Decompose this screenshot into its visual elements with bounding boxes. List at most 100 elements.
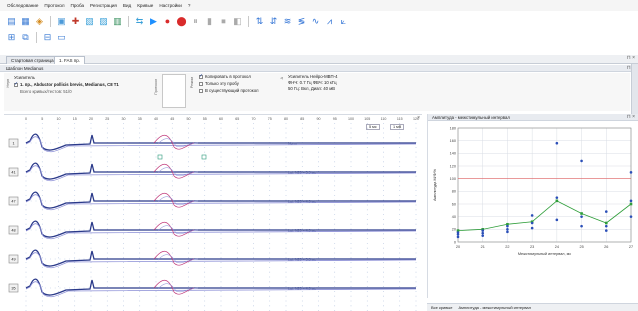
latency-icon[interactable]: ≶	[296, 16, 307, 27]
pane-close-icon[interactable]: ⊓ ×	[627, 55, 635, 61]
latency-label: Lat: N20 = 3.9 мс	[288, 170, 316, 174]
menu-item-protocol[interactable]: Протокол	[44, 3, 64, 8]
compare-icon[interactable]: ⩘	[324, 16, 335, 27]
x-tick-label: 20	[456, 245, 460, 249]
right-dock-strip[interactable]	[631, 64, 638, 114]
export-icon[interactable]: ◈	[34, 16, 45, 27]
scatter-point	[530, 214, 534, 217]
ruler-tick-label: 120	[413, 117, 419, 121]
ruler-tick-label: 90	[317, 117, 321, 121]
y-tick-label: 0	[454, 240, 456, 244]
series-line-point	[629, 202, 633, 206]
only-this-probe-checkbox[interactable]	[199, 81, 203, 86]
x-tick-label: 26	[604, 245, 608, 249]
patient-icon[interactable]: ✚	[70, 16, 81, 27]
amplitude-interval-panel: Амплитуда - межстимульный интервал ⊓ × 0…	[427, 114, 638, 298]
template-preview-box	[162, 74, 186, 108]
amplitude-icon[interactable]: ∿	[310, 16, 321, 27]
channel-label: 41	[11, 170, 15, 174]
wave-icon[interactable]: ⇵	[268, 16, 279, 27]
scatter-point	[555, 141, 559, 145]
marker-icon[interactable]: ◧	[232, 16, 243, 27]
y-axis-label: Амплитуда M/Ф/%	[433, 168, 437, 201]
stimulus-icon[interactable]: ⏹	[218, 16, 229, 27]
x-axis-label: Межстимульный интервал, мс	[518, 252, 571, 256]
protocol-side-label: Протокол	[154, 79, 158, 95]
view-icon[interactable]: ▭	[56, 32, 67, 43]
pause-icon[interactable]: ⬤	[176, 16, 187, 27]
chart-pane-close-icon[interactable]: ⊓ ×	[627, 114, 635, 121]
tab-amplitude-interval[interactable]: Амплитуда - межстимульный интервал	[458, 304, 531, 311]
scatter-point	[481, 231, 485, 235]
chart-panel-title: Амплитуда - межстимульный интервал	[432, 115, 510, 120]
menu-item-help[interactable]: ?	[188, 3, 191, 8]
muscle-row[interactable]: 1. пр., Abductor pollicis brevis, Median…	[14, 81, 119, 87]
menu-item-probe[interactable]: Проба	[71, 3, 85, 8]
existing-protocol-checkbox[interactable]	[199, 88, 203, 93]
monitor-icon[interactable]: ▮	[204, 16, 215, 27]
copy-to-protocol-row[interactable]: Копировать в протокол	[199, 73, 251, 79]
ruler-tick-label: 75	[268, 117, 272, 121]
y-tick-label: 140	[450, 152, 456, 156]
latency-label: Norm	[288, 141, 297, 145]
channel-label: 1	[12, 141, 14, 145]
scatter-point	[604, 224, 608, 228]
tab-all-curves[interactable]: Все кривые	[431, 304, 452, 311]
tab-fas-probe[interactable]: 1. FAS пр.	[54, 56, 85, 64]
play-icon[interactable]: ⇆	[134, 16, 145, 27]
menu-item-curves[interactable]: Кривые	[137, 3, 153, 8]
ruler-tick-label: 105	[364, 117, 370, 121]
y-tick-label: 160	[450, 139, 456, 143]
stop-icon[interactable]: ▶	[148, 16, 159, 27]
ruler-tick-label: 115	[397, 117, 403, 121]
scatter-point	[580, 159, 583, 163]
marker-flag[interactable]	[157, 154, 163, 160]
save-icon[interactable]: ▦	[20, 16, 31, 27]
x-tick-label: 23	[530, 245, 534, 249]
scatter-point	[629, 171, 633, 174]
mode-side-label: Режим	[190, 77, 194, 89]
ruler-tick-label: 5	[41, 117, 43, 121]
amplifier-title: Усилитель Нейро-МВП-4	[288, 74, 338, 79]
record-icon[interactable]: ●	[162, 16, 173, 27]
tab-start-page[interactable]: Стартовая страница	[6, 56, 59, 64]
muscle-checkbox[interactable]	[14, 81, 18, 87]
total-curves: Всего кривых/тестов: 51/0	[20, 89, 72, 94]
marker-flag[interactable]	[201, 154, 207, 160]
latency-label: Lat: N20 = 3.8 мс	[288, 257, 316, 261]
y-tick-label: 180	[450, 126, 456, 130]
ruler-tick-label: 95	[333, 117, 337, 121]
tool-icon[interactable]: ⟀	[338, 16, 349, 27]
menu-item-registration[interactable]: Регистрация	[90, 3, 117, 8]
channel-label: 47	[11, 199, 15, 203]
traces-canvas[interactable]: 0 5 10 15 20 25 30 35 40 45 50 55 60 65 70 75 80 85 90 95 10…	[4, 115, 422, 311]
amplifier-range: 50 Гц: Вкл, Диап: 40 мВ	[288, 86, 336, 91]
copy-to-protocol-checkbox[interactable]	[199, 73, 203, 79]
settings-icon[interactable]: ▧	[84, 16, 95, 27]
only-this-probe-row[interactable]: Только эту пробу	[199, 81, 239, 86]
channels-icon[interactable]: ⊟	[42, 32, 53, 43]
step-icon[interactable]: ⏸	[190, 16, 201, 27]
copy-icon[interactable]: ⧉	[20, 32, 31, 43]
scatter-point	[629, 199, 633, 203]
ruler-tick-label: 50	[187, 117, 191, 121]
scatter-point	[481, 234, 485, 237]
averaging-icon[interactable]: ≋	[282, 16, 293, 27]
existing-protocol-row[interactable]: В существующий протокол	[199, 88, 259, 93]
open-file-icon[interactable]: ▤	[6, 16, 17, 27]
chart-panel-header: Амплитуда - межстимульный интервал ⊓ ×	[428, 114, 638, 121]
secondary-toolbar: ⊞ ⧉ ⊟ ▭	[6, 30, 67, 44]
layout-icon[interactable]: ⊞	[6, 32, 17, 43]
measure-icon[interactable]: ⇅	[254, 16, 265, 27]
menu-item-settings[interactable]: Настройки	[159, 3, 182, 8]
traces-panel[interactable]: × 5 мс 1 мВ 0 5 10 15 20 25 30 35 40 45 50 55 60 65 70…	[4, 114, 422, 311]
latency-label: Lat: N20 = 4.0 мс	[288, 199, 316, 203]
filter-icon[interactable]: ▨	[98, 16, 109, 27]
y-tick-label: 120	[450, 164, 456, 168]
print-icon[interactable]: ▣	[56, 16, 67, 27]
menu-item-view[interactable]: Вид	[123, 3, 131, 8]
scatter-point	[506, 224, 509, 228]
scatter-point	[555, 196, 559, 199]
menu-item-examination[interactable]: Обследование	[7, 3, 38, 8]
stats-icon[interactable]: ▥	[112, 16, 123, 27]
